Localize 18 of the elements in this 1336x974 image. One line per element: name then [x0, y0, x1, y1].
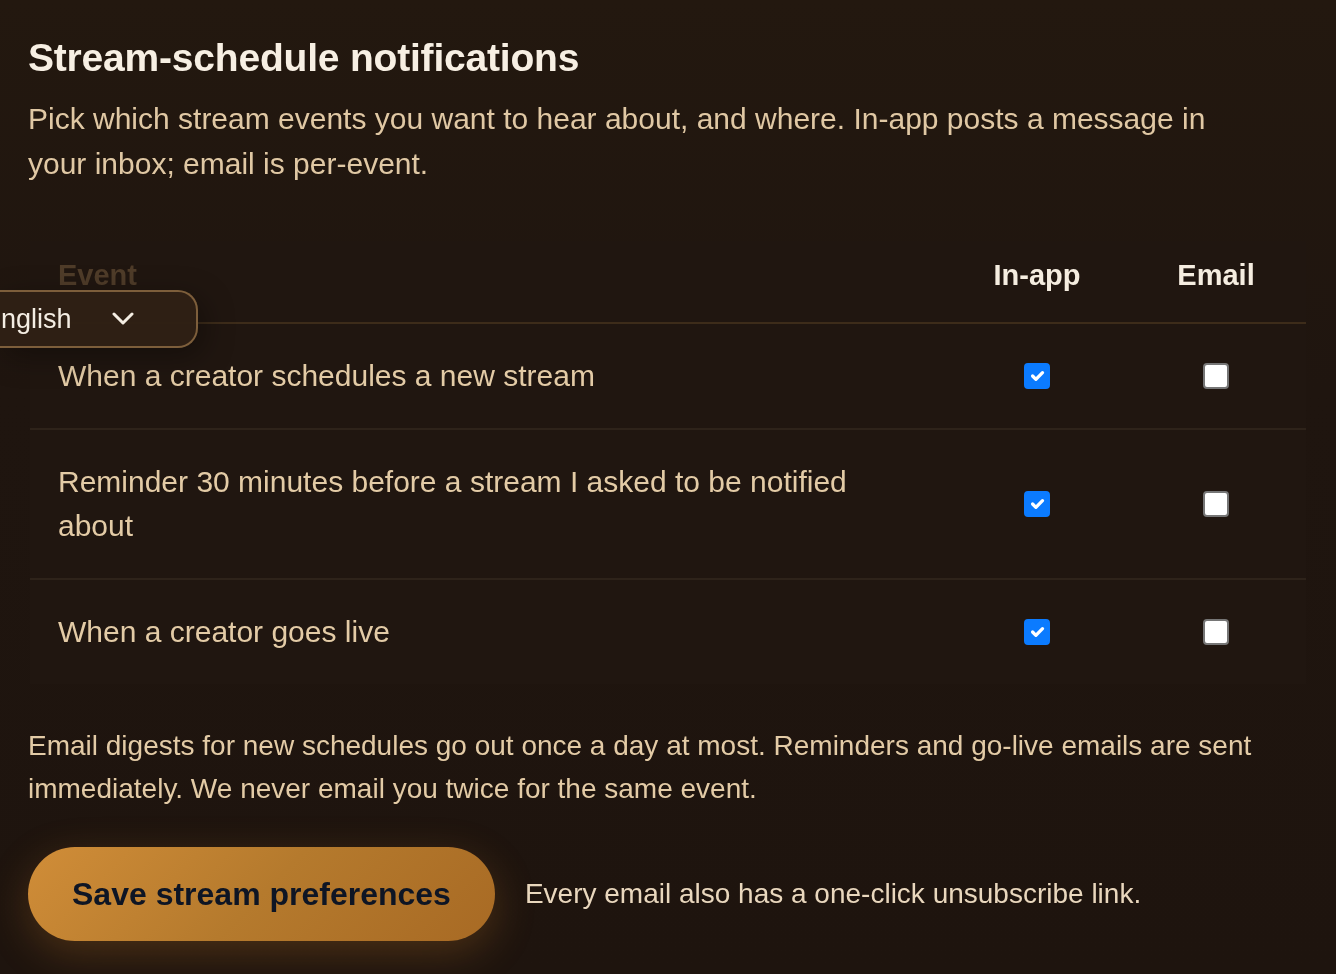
unsubscribe-hint: Every email also has a one-click unsubscribe link. [524, 877, 1142, 911]
column-header: In-app [993, 259, 1081, 291]
chevron-down-icon [111, 312, 134, 326]
event-label: Reminder 30 minutes before a stream I asked to be notified about [58, 464, 848, 544]
language-select[interactable]: nglish [0, 290, 198, 348]
event-label: When a creator goes live [58, 614, 391, 650]
event-label: When a creator schedules a new stream [58, 358, 596, 394]
column-header: Email [1177, 259, 1255, 291]
save-button[interactable]: Save stream preferences [28, 847, 495, 941]
in-app-checkbox[interactable] [1024, 363, 1050, 389]
email-checkbox[interactable] [1203, 363, 1229, 389]
footnote-text: Email digests for new schedules go out once a day at most. Reminders and go-live emails are sent immediately. We never email you twice for the same event. [28, 729, 1253, 806]
description-text: Pick which stream events you want to hear about, and where. In-app posts a message in your inbox; email is per-event. [28, 101, 1207, 182]
email-checkbox[interactable] [1203, 619, 1229, 645]
email-checkbox[interactable] [1203, 491, 1229, 517]
in-app-checkbox[interactable] [1024, 491, 1050, 517]
section-title: Stream-schedule notifications [28, 35, 581, 81]
in-app-checkbox[interactable] [1024, 619, 1050, 645]
